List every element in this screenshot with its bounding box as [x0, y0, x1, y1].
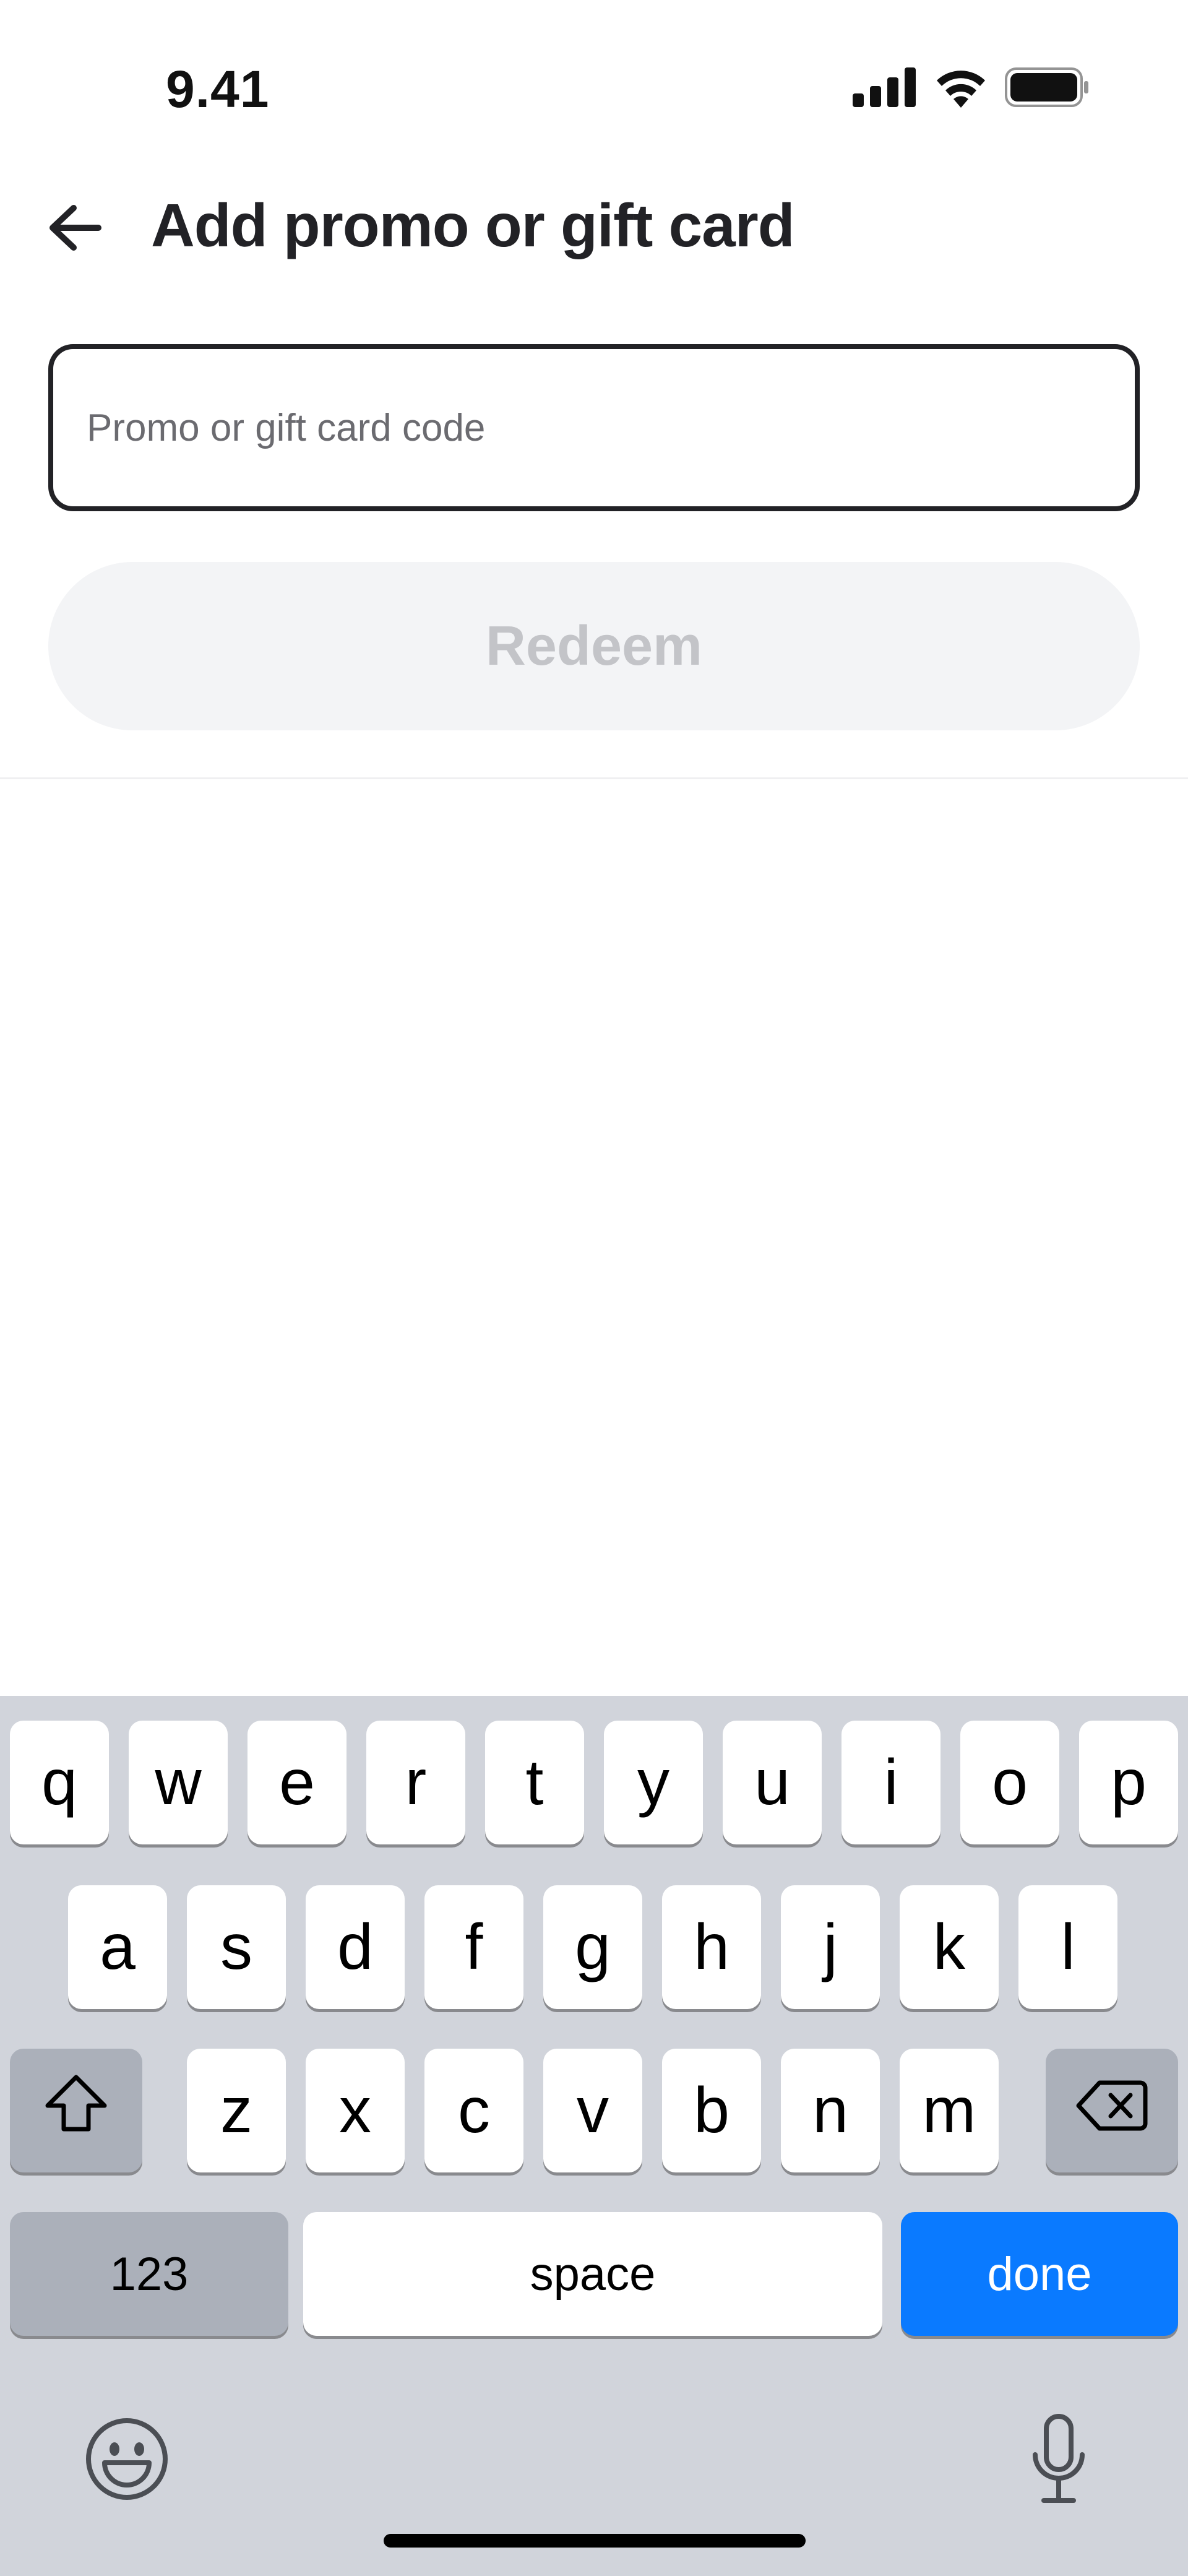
microphone-icon — [1028, 2413, 1090, 2509]
status-icons — [853, 67, 1089, 111]
shift-key[interactable] — [10, 2049, 142, 2172]
numbers-key[interactable]: 123 — [10, 2212, 288, 2336]
key-r[interactable]: r — [366, 1721, 465, 1844]
key-l[interactable]: l — [1018, 1885, 1117, 2009]
microphone-button[interactable] — [1012, 2408, 1105, 2513]
key-v[interactable]: v — [543, 2049, 642, 2172]
key-q[interactable]: q — [10, 1721, 109, 1844]
key-t[interactable]: t — [485, 1721, 584, 1844]
key-m[interactable]: m — [900, 2049, 999, 2172]
key-a[interactable]: a — [68, 1885, 167, 2009]
key-c[interactable]: c — [424, 2049, 523, 2172]
key-o[interactable]: o — [960, 1721, 1059, 1844]
promo-code-input[interactable] — [53, 349, 1135, 506]
done-key[interactable]: done — [901, 2212, 1178, 2336]
keyboard: q w e r t y u i o p a s d f g h j k l z … — [0, 1696, 1188, 2576]
key-u[interactable]: u — [723, 1721, 822, 1844]
backspace-icon — [1076, 2074, 1148, 2148]
key-s[interactable]: s — [187, 1885, 286, 2009]
key-d[interactable]: d — [306, 1885, 405, 2009]
arrow-left-icon — [46, 203, 102, 256]
home-indicator — [384, 2534, 806, 2548]
key-i[interactable]: i — [842, 1721, 940, 1844]
key-x[interactable]: x — [306, 2049, 405, 2172]
status-bar: 9.41 — [0, 0, 1188, 124]
shift-icon — [44, 2073, 108, 2148]
key-k[interactable]: k — [900, 1885, 999, 2009]
key-p[interactable]: p — [1079, 1721, 1178, 1844]
key-z[interactable]: z — [187, 2049, 286, 2172]
space-key[interactable]: space — [303, 2212, 882, 2336]
header: Add promo or gift card — [0, 173, 1188, 285]
key-n[interactable]: n — [781, 2049, 880, 2172]
key-y[interactable]: y — [604, 1721, 703, 1844]
emoji-icon — [85, 2417, 169, 2504]
key-h[interactable]: h — [662, 1885, 761, 2009]
key-e[interactable]: e — [248, 1721, 346, 1844]
code-input-container — [48, 344, 1140, 511]
emoji-button[interactable] — [80, 2414, 173, 2507]
wifi-icon — [933, 67, 989, 111]
backspace-key[interactable] — [1046, 2049, 1178, 2172]
key-w[interactable]: w — [129, 1721, 228, 1844]
status-time: 9.41 — [166, 60, 270, 118]
key-j[interactable]: j — [781, 1885, 880, 2009]
back-button[interactable] — [43, 198, 105, 260]
signal-icon — [853, 67, 917, 110]
battery-icon — [1005, 67, 1089, 110]
key-f[interactable]: f — [424, 1885, 523, 2009]
key-b[interactable]: b — [662, 2049, 761, 2172]
page-title: Add promo or gift card — [151, 191, 795, 259]
redeem-button[interactable]: Redeem — [48, 562, 1140, 730]
divider — [0, 777, 1188, 779]
key-g[interactable]: g — [543, 1885, 642, 2009]
